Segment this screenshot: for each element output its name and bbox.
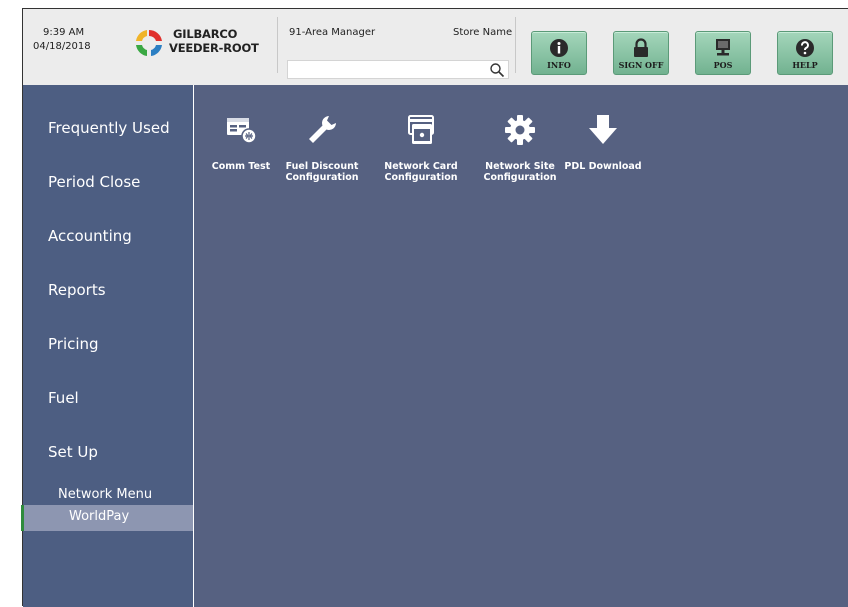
info-button[interactable]: INFO	[531, 31, 587, 75]
sidebar-item-frequently-used[interactable]: Frequently Used	[48, 119, 170, 137]
sign-off-button[interactable]: SIGN OFF	[613, 31, 669, 75]
wrench-icon	[309, 116, 336, 143]
tile-network-card-configuration[interactable]: Network Card Configuration	[373, 109, 469, 199]
sidebar-item-period-close[interactable]: Period Close	[48, 173, 140, 191]
selected-indicator	[21, 505, 24, 531]
search-input[interactable]	[287, 60, 509, 79]
app-window: 9:39 AM 04/18/2018 GILBARCO VEEDER-ROOT …	[21, 8, 848, 607]
header-divider	[515, 17, 516, 73]
sidebar-nav: Frequently Used Period Close Accounting …	[21, 85, 193, 607]
tile-label: Network Site Configuration	[483, 161, 557, 183]
tile-label: PDL Download	[564, 161, 642, 172]
sidebar-item-reports[interactable]: Reports	[48, 281, 106, 299]
sign-off-button-label: SIGN OFF	[618, 60, 664, 70]
sidebar-item-accounting[interactable]: Accounting	[48, 227, 132, 245]
pos-button-label: POS	[713, 60, 733, 70]
main-content: Comm Test Fuel Discount Configuration Ne…	[194, 85, 848, 607]
network-card-icon	[408, 115, 434, 144]
pos-button[interactable]: POS	[695, 31, 751, 75]
tile-fuel-discount-configuration[interactable]: Fuel Discount Configuration	[274, 109, 370, 199]
sidebar-subitem-label: WorldPay	[69, 509, 130, 524]
info-icon	[550, 39, 568, 57]
sidebar-subitem-worldpay[interactable]: WorldPay	[21, 505, 193, 531]
date-text: 04/18/2018	[33, 41, 91, 52]
sidebar-item-set-up[interactable]: Set Up	[48, 443, 98, 461]
store-name-label: Store Name	[453, 27, 513, 38]
lock-icon	[634, 38, 648, 57]
header-bar: 9:39 AM 04/18/2018 GILBARCO VEEDER-ROOT …	[23, 9, 848, 86]
sidebar-item-fuel[interactable]: Fuel	[48, 389, 79, 407]
tile-network-site-configuration[interactable]: Network Site Configuration	[472, 109, 568, 199]
logo-mark-icon	[136, 29, 162, 56]
tile-pdl-download[interactable]: PDL Download	[555, 109, 651, 199]
tile-label: Fuel Discount Configuration	[285, 161, 359, 183]
sidebar-subitem-network-menu[interactable]: Network Menu	[58, 487, 152, 502]
tile-label: Network Card Configuration	[384, 161, 458, 183]
gear-icon	[505, 115, 535, 145]
search-icon[interactable]	[489, 62, 505, 78]
time-text: 9:39 AM	[43, 27, 85, 38]
help-button-label: HELP	[792, 60, 818, 70]
comm-test-icon	[227, 118, 257, 144]
datetime-display: 9:39 AM 04/18/2018	[33, 26, 91, 54]
download-arrow-icon	[589, 115, 617, 144]
info-button-label: INFO	[547, 60, 571, 70]
user-role-label: 91-Area Manager	[289, 27, 376, 38]
monitor-icon	[716, 39, 730, 56]
sidebar-item-pricing[interactable]: Pricing	[48, 335, 99, 353]
company-logo: GILBARCO VEEDER-ROOT	[133, 27, 265, 59]
logo-wordmark: GILBARCO VEEDER-ROOT	[169, 27, 259, 55]
help-button[interactable]: HELP	[777, 31, 833, 75]
header-divider	[277, 17, 278, 73]
help-icon	[796, 39, 814, 57]
